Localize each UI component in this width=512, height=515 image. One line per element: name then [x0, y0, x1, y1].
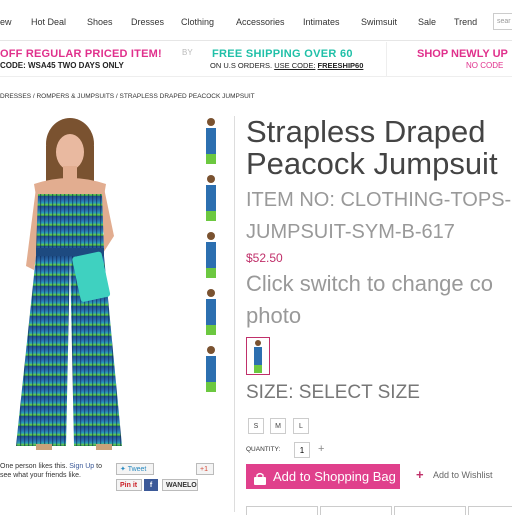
tweet-button[interactable]: ✦ Tweet: [116, 463, 154, 475]
quantity-increment-button[interactable]: +: [318, 443, 324, 455]
color-switch-hint-line-2: photo: [246, 303, 302, 328]
nav-item-shoes[interactable]: Shoes: [87, 17, 113, 27]
thumbnail-1[interactable]: [198, 116, 224, 166]
item-number-line-1: ITEM NO: CLOTHING-TOPS-: [246, 189, 512, 211]
twitter-icon: ✦: [120, 466, 126, 473]
thumbnail-3[interactable]: [198, 230, 224, 280]
color-swatch[interactable]: [246, 337, 270, 375]
nav-item-trend[interactable]: Trend: [454, 17, 477, 27]
like-count-text: One person likes this.: [0, 463, 68, 470]
bottom-tab-2[interactable]: [320, 506, 392, 515]
wanelo-button[interactable]: WANELO: [162, 479, 198, 491]
quantity-input[interactable]: 1: [294, 442, 310, 458]
promo-new-arrivals-headline[interactable]: SHOP NEWLY UP: [417, 48, 508, 60]
bottom-tab-1[interactable]: [246, 506, 318, 515]
promo-new-arrivals-code: NO CODE: [466, 61, 504, 70]
pin-it-button[interactable]: Pin it: [116, 479, 142, 491]
nav-item-hot-deal[interactable]: Hot Deal: [31, 17, 66, 27]
column-divider: [234, 116, 235, 512]
shopping-bag-icon: [253, 469, 267, 485]
promo-shipping-use-code: USE CODE:: [274, 61, 316, 70]
tweet-label: Tweet: [127, 466, 147, 473]
nav-item-swimsuit[interactable]: Swimsuit: [361, 17, 397, 27]
bottom-tab-4[interactable]: [468, 506, 512, 515]
like-text-friends: see what your friends like.: [0, 472, 81, 479]
promo-shipping-details: ON U.S ORDERS. USE CODE: FREESHIP60: [210, 61, 363, 70]
nav-item-sale[interactable]: Sale: [418, 17, 436, 27]
facebook-signup-link[interactable]: Sign Up: [69, 463, 94, 470]
breadcrumb[interactable]: DRESSES / ROMPERS & JUMPSUITS / STRAPLES…: [0, 93, 255, 100]
promo-shipping-prefix: ON U.S ORDERS.: [210, 61, 273, 70]
add-to-wishlist-link[interactable]: Add to Wishlist: [433, 470, 493, 480]
google-plus-button[interactable]: +1: [196, 463, 214, 475]
promo-shipping-code: FREESHIP60: [317, 61, 364, 70]
top-navigation: ew Hot Deal Shoes Dresses Clothing Acces…: [0, 0, 512, 41]
product-item-number: ITEM NO: CLOTHING-TOPS- JUMPSUIT-SYM-B-6…: [246, 184, 512, 248]
product-main-photo[interactable]: [0, 116, 188, 454]
size-l-button[interactable]: L: [293, 418, 309, 434]
promo-shipping-headline[interactable]: FREE SHIPPING OVER 60: [212, 48, 353, 60]
facebook-like-text: One person likes this. Sign Up to see wh…: [0, 462, 102, 480]
add-to-bag-label: Add to Shopping Bag: [273, 469, 396, 484]
thumbnail-4[interactable]: [198, 287, 224, 337]
promo-separator: BY: [182, 48, 193, 57]
color-switch-hint: Click switch to change co photo: [246, 268, 512, 332]
item-number-line-2: JUMPSUIT-SYM-B-617: [246, 221, 455, 243]
product-price: $52.50: [246, 251, 283, 265]
facebook-share-button[interactable]: f: [144, 479, 158, 491]
size-label: SIZE: SELECT SIZE: [246, 382, 420, 403]
color-switch-hint-line-1: Click switch to change co: [246, 271, 493, 296]
promo-divider: [386, 42, 387, 76]
promo-discount-headline: OFF REGULAR PRICED ITEM!: [0, 48, 162, 60]
search-input[interactable]: sear: [493, 13, 512, 30]
promo-discount-code: CODE: WSA45 TWO DAYS ONLY: [0, 61, 124, 70]
size-m-button[interactable]: M: [270, 418, 286, 434]
nav-item-new[interactable]: ew: [0, 17, 12, 27]
product-title-line-2: Peacock Jumpsuit: [246, 146, 498, 181]
bottom-tab-3[interactable]: [394, 506, 466, 515]
nav-item-intimates[interactable]: Intimates: [303, 17, 340, 27]
promo-bar: OFF REGULAR PRICED ITEM! CODE: WSA45 TWO…: [0, 42, 512, 77]
thumbnail-2[interactable]: [198, 173, 224, 223]
model-illustration: [16, 118, 122, 450]
wishlist-plus-icon[interactable]: +: [416, 467, 424, 482]
product-title: Strapless Draped Peacock Jumpsuit: [246, 116, 512, 180]
add-to-bag-button[interactable]: Add to Shopping Bag: [246, 464, 400, 489]
size-s-button[interactable]: S: [248, 418, 264, 434]
quantity-label: QUANTITY:: [246, 446, 281, 453]
nav-item-accessories[interactable]: Accessories: [236, 17, 285, 27]
product-title-line-1: Strapless Draped: [246, 114, 486, 149]
nav-item-clothing[interactable]: Clothing: [181, 17, 214, 27]
like-text-to: to: [96, 463, 102, 470]
thumbnail-5[interactable]: [198, 344, 224, 394]
nav-item-dresses[interactable]: Dresses: [131, 17, 164, 27]
